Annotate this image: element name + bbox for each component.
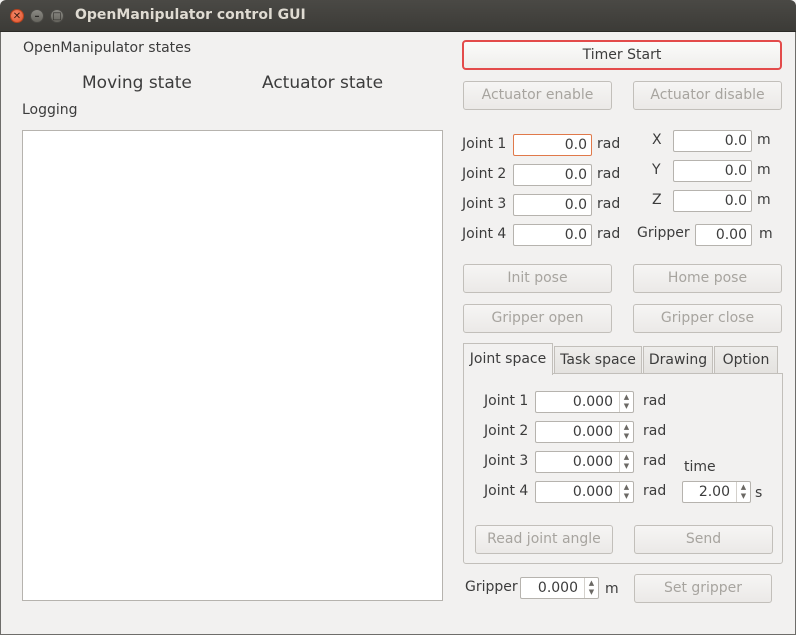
joint-3-field[interactable]: 0.0: [513, 194, 592, 216]
js-joint-1-label: Joint 1: [484, 393, 529, 409]
gripper-spinbox[interactable]: 0.000 ▲ ▼: [520, 577, 599, 599]
gripper-readout-unit: m: [759, 226, 773, 242]
timer-start-button[interactable]: Timer Start: [462, 40, 782, 70]
z-label: Z: [652, 192, 662, 208]
gripper-control-unit: m: [605, 581, 619, 597]
js-joint-4-value: 0.000: [572, 484, 613, 500]
read-joint-angle-button[interactable]: Read joint angle: [475, 525, 613, 554]
y-unit: m: [757, 162, 771, 178]
init-pose-button[interactable]: Init pose: [463, 264, 612, 293]
x-label: X: [652, 132, 662, 148]
gripper-value: 0.000: [537, 580, 578, 596]
gripper-open-button[interactable]: Gripper open: [463, 304, 612, 333]
js-joint-3-label: Joint 3: [484, 453, 529, 469]
set-gripper-button[interactable]: Set gripper: [634, 574, 772, 603]
js-joint-2-spinbox[interactable]: 0.000 ▲ ▼: [535, 421, 634, 443]
time-unit: s: [755, 485, 763, 501]
tab-joint-space[interactable]: Joint space: [463, 343, 553, 375]
joint-4-label: Joint 4: [462, 226, 507, 242]
minimize-icon[interactable]: –: [30, 9, 44, 23]
spin-arrows-icon[interactable]: ▲ ▼: [619, 392, 633, 412]
spin-arrows-icon[interactable]: ▲ ▼: [619, 482, 633, 502]
z-unit: m: [757, 192, 771, 208]
x-field[interactable]: 0.0: [673, 130, 752, 152]
maximize-icon[interactable]: □: [50, 9, 64, 23]
logging-label: Logging: [22, 102, 78, 118]
spin-arrows-icon[interactable]: ▲ ▼: [584, 578, 598, 598]
joint-2-unit: rad: [597, 166, 621, 182]
home-pose-button[interactable]: Home pose: [633, 264, 782, 293]
gripper-close-button[interactable]: Gripper close: [633, 304, 782, 333]
send-button[interactable]: Send: [634, 525, 773, 554]
js-joint-2-value: 0.000: [572, 424, 613, 440]
js-joint-4-spinbox[interactable]: 0.000 ▲ ▼: [535, 481, 634, 503]
joint-2-field[interactable]: 0.0: [513, 164, 592, 186]
tab-option[interactable]: Option: [714, 346, 778, 374]
js-joint-2-unit: rad: [643, 423, 667, 439]
joint-1-label: Joint 1: [462, 136, 507, 152]
tab-drawing[interactable]: Drawing: [643, 346, 713, 374]
joint-4-field[interactable]: 0.0: [513, 224, 592, 246]
time-label: time: [684, 459, 716, 475]
js-joint-2-label: Joint 2: [484, 423, 529, 439]
joint-3-unit: rad: [597, 196, 621, 212]
actuator-enable-button[interactable]: Actuator enable: [463, 81, 612, 110]
gripper-control-label: Gripper: [465, 579, 518, 595]
joint-1-field[interactable]: 0.0: [513, 134, 592, 156]
spin-arrows-icon[interactable]: ▲ ▼: [619, 422, 633, 442]
js-joint-3-unit: rad: [643, 453, 667, 469]
x-unit: m: [757, 132, 771, 148]
joint-4-unit: rad: [597, 226, 621, 242]
spin-arrows-icon[interactable]: ▲ ▼: [619, 452, 633, 472]
joint-2-label: Joint 2: [462, 166, 507, 182]
joint-1-unit: rad: [597, 136, 621, 152]
js-joint-1-spinbox[interactable]: 0.000 ▲ ▼: [535, 391, 634, 413]
y-field[interactable]: 0.0: [673, 160, 752, 182]
spin-arrows-icon[interactable]: ▲ ▼: [736, 482, 750, 502]
js-joint-3-value: 0.000: [572, 454, 613, 470]
states-group-label: OpenManipulator states: [23, 40, 192, 56]
close-icon[interactable]: ✕: [10, 9, 24, 23]
js-joint-4-unit: rad: [643, 483, 667, 499]
gripper-readout-label: Gripper: [637, 225, 690, 241]
time-value: 2.00: [698, 484, 730, 500]
joint-3-label: Joint 3: [462, 196, 507, 212]
title-bar: ✕ – □ OpenManipulator control GUI: [0, 0, 796, 32]
logging-text-area[interactable]: [22, 130, 443, 601]
gripper-readout-field[interactable]: 0.00: [695, 224, 752, 246]
js-joint-1-unit: rad: [643, 393, 667, 409]
moving-state-label: Moving state: [82, 73, 192, 93]
y-label: Y: [652, 162, 661, 178]
z-field[interactable]: 0.0: [673, 190, 752, 212]
actuator-state-label: Actuator state: [262, 73, 384, 93]
actuator-disable-button[interactable]: Actuator disable: [633, 81, 782, 110]
js-joint-1-value: 0.000: [572, 394, 613, 410]
tab-task-space[interactable]: Task space: [554, 346, 642, 374]
window-title: OpenManipulator control GUI: [75, 7, 306, 23]
time-spinbox[interactable]: 2.00 ▲ ▼: [682, 481, 751, 503]
js-joint-3-spinbox[interactable]: 0.000 ▲ ▼: [535, 451, 634, 473]
js-joint-4-label: Joint 4: [484, 483, 529, 499]
